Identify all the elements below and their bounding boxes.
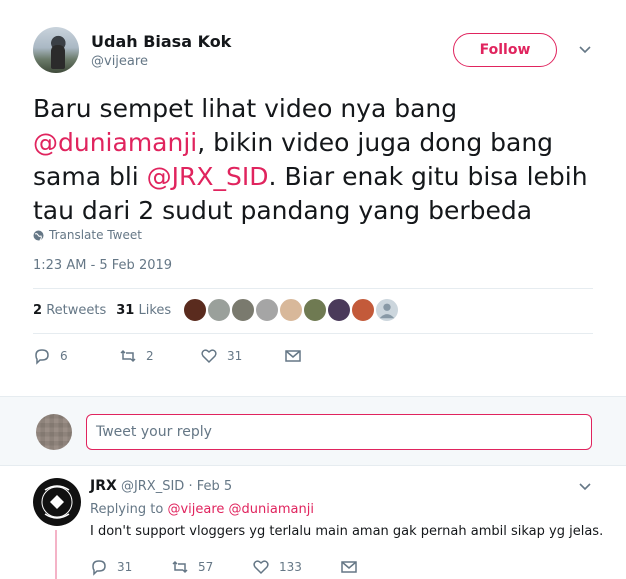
user-icon <box>379 303 395 319</box>
reply-author-name[interactable]: JRX <box>90 478 117 494</box>
current-user-avatar <box>36 414 72 450</box>
translate-tweet-link[interactable]: Translate Tweet <box>33 228 142 242</box>
thread-line <box>55 530 57 579</box>
reply-composer: Tweet your reply <box>0 396 626 466</box>
follow-button[interactable]: Follow <box>453 33 557 67</box>
logo-seal <box>34 479 80 525</box>
retweet-count: 57 <box>198 560 214 574</box>
reply-text: I don't support vloggers yg terlalu main… <box>90 524 604 539</box>
liker-avatar[interactable] <box>207 298 231 322</box>
heart-icon <box>201 349 217 364</box>
mention-link[interactable]: @vijeare <box>167 502 224 517</box>
divider <box>33 288 593 289</box>
liker-avatar[interactable] <box>351 298 375 322</box>
reply-author-avatar[interactable] <box>33 478 81 526</box>
retweets-stat[interactable]: 2 Retweets <box>33 303 106 318</box>
mention-link[interactable]: @duniamanji <box>33 128 197 157</box>
globe-icon <box>33 230 44 240</box>
likes-stat[interactable]: 31 Likes <box>116 303 171 318</box>
chevron-down-icon[interactable] <box>578 43 592 57</box>
reply-date[interactable]: · Feb 5 <box>188 479 232 494</box>
envelope-icon <box>341 561 357 573</box>
reply-button[interactable]: 31 <box>90 558 171 576</box>
reply-actions: 31 57 133 <box>90 558 358 576</box>
direct-message-button[interactable] <box>284 347 302 365</box>
direct-message-button[interactable] <box>340 558 358 576</box>
like-count: 31 <box>227 349 243 363</box>
tweet-actions: 6 2 31 <box>33 347 302 365</box>
liker-avatar[interactable] <box>327 298 351 322</box>
heart-icon <box>253 560 269 575</box>
translate-label: Translate Tweet <box>49 228 142 242</box>
chevron-down-icon[interactable] <box>578 480 592 494</box>
liker-avatar[interactable] <box>303 298 327 322</box>
retweet-icon <box>172 560 188 574</box>
reply-header: JRX @JRX_SID · Feb 5 <box>90 478 232 494</box>
liker-avatar[interactable] <box>231 298 255 322</box>
liker-avatar[interactable] <box>255 298 279 322</box>
retweet-button[interactable]: 57 <box>171 558 252 576</box>
author-name[interactable]: Udah Biasa Kok <box>91 32 231 51</box>
main-tweet: Udah Biasa Kok @vijeare Follow Baru semp… <box>0 0 626 396</box>
default-avatar[interactable] <box>375 298 399 322</box>
reply-input[interactable]: Tweet your reply <box>86 414 592 450</box>
like-button[interactable]: 133 <box>252 558 340 576</box>
tweet-stats: 2 Retweets 31 Likes <box>33 303 171 318</box>
like-count: 133 <box>279 560 302 574</box>
retweet-button[interactable]: 2 <box>119 347 200 365</box>
liker-avatar[interactable] <box>183 298 207 322</box>
reply-icon <box>92 560 106 576</box>
likers-avatars <box>183 298 399 322</box>
reply-count: 6 <box>60 349 68 363</box>
reply-author-handle[interactable]: @JRX_SID <box>121 479 184 494</box>
divider <box>33 333 593 334</box>
mention-link[interactable]: @JRX_SID <box>147 162 269 191</box>
author-handle[interactable]: @vijeare <box>91 54 148 69</box>
retweet-icon <box>120 349 136 363</box>
tweet-timestamp[interactable]: 1:23 AM - 5 Feb 2019 <box>33 258 172 273</box>
reply-button[interactable]: 6 <box>33 347 119 365</box>
author-avatar[interactable] <box>33 27 79 73</box>
reply-tweet: JRX @JRX_SID · Feb 5 Replying to @vijear… <box>0 466 626 579</box>
liker-avatar[interactable] <box>279 298 303 322</box>
replying-to: Replying to @vijeare @duniamanji <box>90 502 314 517</box>
mention-link[interactable]: @duniamanji <box>229 502 314 517</box>
tweet-text: Baru sempet lihat video nya bang @duniam… <box>33 94 588 225</box>
reply-count: 31 <box>117 560 133 574</box>
like-button[interactable]: 31 <box>200 347 284 365</box>
retweet-count: 2 <box>146 349 154 363</box>
envelope-icon <box>285 350 301 362</box>
reply-icon <box>35 349 49 365</box>
